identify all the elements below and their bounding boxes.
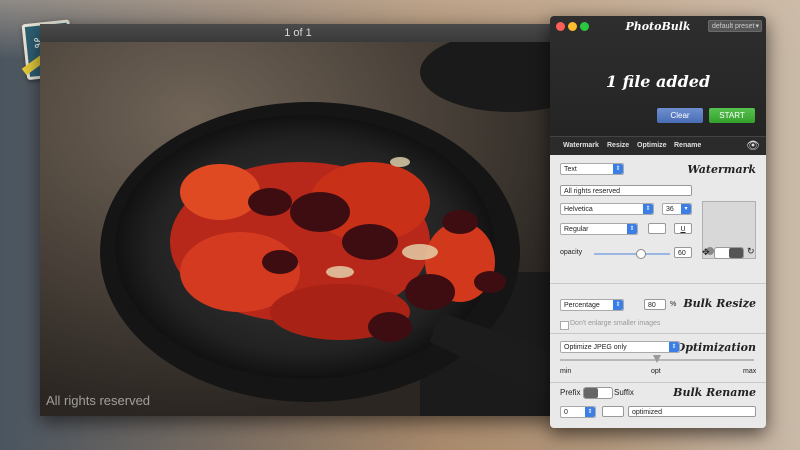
tab-watermark[interactable]: Watermark xyxy=(563,137,599,155)
photobulk-panel: PhotoBulk default preset ▾ 1 file added … xyxy=(550,16,766,428)
updown-icon: ⇕ xyxy=(613,300,623,310)
font-size-value: 36 xyxy=(666,206,674,213)
font-style-value: Regular xyxy=(564,226,589,233)
updown-icon: ⇕ xyxy=(669,342,679,352)
move-icon[interactable]: ✥ xyxy=(702,247,710,258)
suffix-label: Suffix xyxy=(614,388,634,397)
prefix-suffix-toggle[interactable] xyxy=(583,387,613,399)
opacity-slider-track[interactable] xyxy=(594,253,670,255)
opacity-label: opacity xyxy=(560,249,583,256)
updown-icon: ⇕ xyxy=(613,164,623,174)
panel-header: PhotoBulk default preset ▾ 1 file added … xyxy=(550,16,766,136)
opacity-slider-knob[interactable] xyxy=(635,249,646,259)
optimization-mode-value: Optimize JPEG only xyxy=(564,344,627,351)
rename-number-select[interactable]: 0 ⇕ xyxy=(560,406,596,418)
rename-name-field[interactable]: optimized xyxy=(628,406,756,417)
tab-rename[interactable]: Rename xyxy=(674,137,701,155)
tab-resize[interactable]: Resize xyxy=(607,137,629,155)
resize-title: Bulk Resize xyxy=(683,297,756,310)
chevron-down-icon: ▾ xyxy=(681,204,691,214)
opt-max-label: max xyxy=(743,368,757,375)
resize-mode-value: Percentage xyxy=(564,302,600,309)
underline-button[interactable]: U xyxy=(674,223,692,234)
resize-section: Bulk Resize Percentage ⇕ 80 % Don't enla… xyxy=(550,283,766,334)
clear-button[interactable]: Clear xyxy=(657,108,703,123)
dont-enlarge-label: Don't enlarge smaller images xyxy=(570,320,661,327)
opacity-value-field[interactable]: 60 xyxy=(674,247,692,258)
chevron-down-icon: ▾ xyxy=(755,23,759,30)
watermark-type-select[interactable]: Text ⇕ xyxy=(560,163,624,175)
optimization-title: Optimization xyxy=(675,341,756,354)
watermark-text-input[interactable]: All rights reserved xyxy=(560,185,692,196)
font-style-select[interactable]: Regular ⇕ xyxy=(560,223,638,235)
opt-mid-label: opt xyxy=(651,368,661,375)
optimization-section: Optimization Optimize JPEG only ⇕ min op… xyxy=(550,333,766,383)
photo-preview: All rights reserved xyxy=(40,42,556,416)
rename-section: Bulk Rename Prefix Suffix 0 ⇕ optimized xyxy=(550,382,766,428)
start-button[interactable]: START xyxy=(709,108,755,123)
watermark-section: Watermark Text ⇕ All rights reserved Hel… xyxy=(550,155,766,284)
preset-label: default preset xyxy=(712,23,755,30)
font-size-select[interactable]: 36 ▾ xyxy=(662,203,692,215)
photo-image xyxy=(40,42,556,416)
prefix-label: Prefix xyxy=(560,388,581,397)
resize-mode-select[interactable]: Percentage ⇕ xyxy=(560,299,624,311)
dont-enlarge-checkbox[interactable] xyxy=(560,321,569,330)
watermark-title: Watermark xyxy=(687,163,756,176)
rename-title: Bulk Rename xyxy=(673,386,756,399)
color-swatch[interactable] xyxy=(648,223,666,234)
updown-icon: ⇕ xyxy=(627,224,637,234)
rotate-icon[interactable]: ↻ xyxy=(747,246,755,257)
opt-min-label: min xyxy=(560,368,572,375)
font-select[interactable]: Helvetica ⇕ xyxy=(560,203,654,215)
updown-icon: ⇕ xyxy=(585,407,595,417)
font-value: Helvetica xyxy=(564,206,593,213)
files-added-status: 1 file added xyxy=(605,72,711,91)
tile-toggle[interactable] xyxy=(714,247,744,259)
preset-dropdown[interactable]: default preset ▾ xyxy=(708,20,762,32)
resize-value-field[interactable]: 80 xyxy=(644,299,666,310)
rename-number-value: 0 xyxy=(564,409,568,416)
resize-unit-label: % xyxy=(670,301,677,308)
feature-tabs: Watermark Resize Optimize Rename 👁 xyxy=(550,136,766,155)
image-viewer-window: 1 of 1 All rights reserved xyxy=(40,24,556,416)
optimization-slider-knob[interactable] xyxy=(653,355,661,363)
optimization-mode-select[interactable]: Optimize JPEG only ⇕ xyxy=(560,341,680,353)
tab-optimize[interactable]: Optimize xyxy=(637,137,667,155)
viewer-title: 1 of 1 xyxy=(40,24,556,42)
preview-eye-icon[interactable]: 👁 xyxy=(746,139,760,152)
updown-icon: ⇕ xyxy=(643,204,653,214)
rename-separator-field[interactable] xyxy=(602,406,624,417)
watermark-type-value: Text xyxy=(564,166,577,173)
watermark-overlay-text: All rights reserved xyxy=(46,393,151,408)
